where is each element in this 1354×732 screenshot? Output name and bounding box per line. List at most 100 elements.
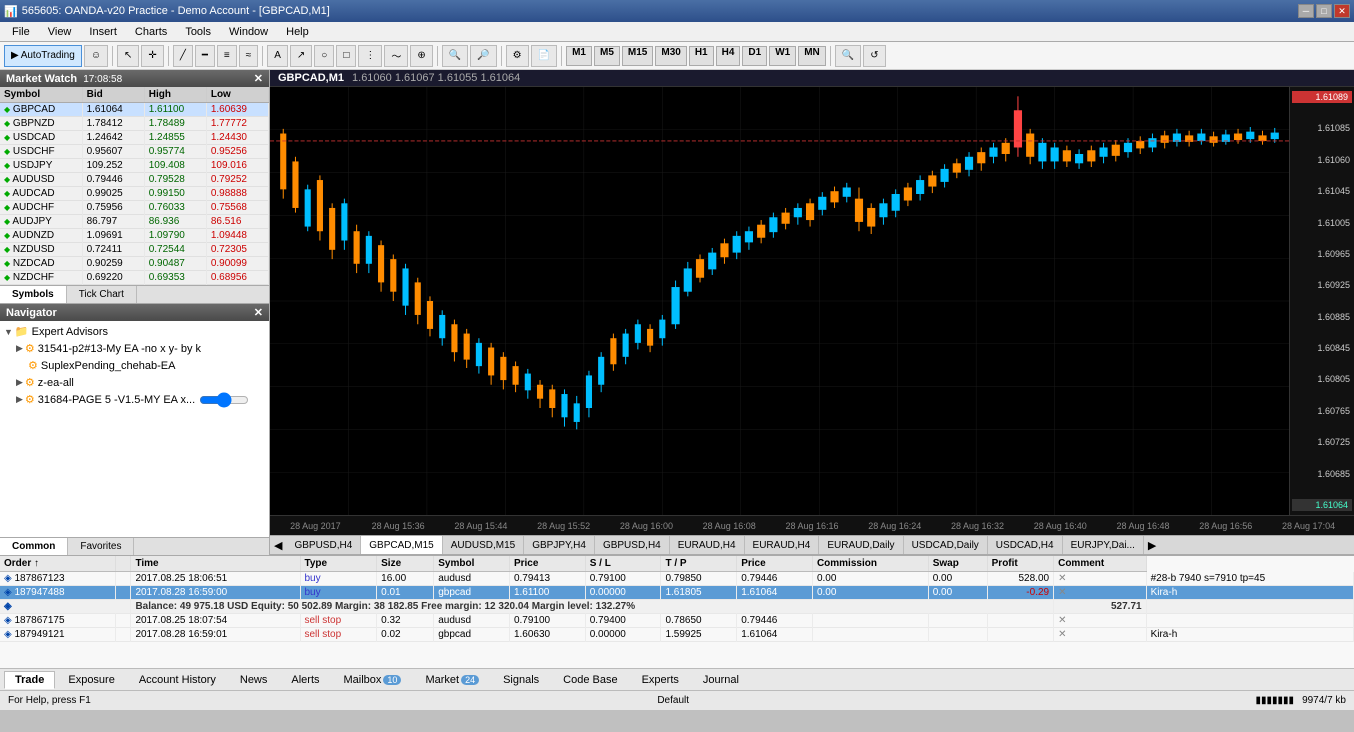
chart-tab-10[interactable]: EURJPY,Dai... bbox=[1063, 535, 1144, 555]
order-row[interactable]: ◈ 187867123 2017.08.25 18:06:51 buy 16.0… bbox=[0, 572, 1354, 586]
tool4[interactable]: ≈ bbox=[239, 45, 259, 67]
tf-m15[interactable]: M15 bbox=[622, 46, 653, 66]
fib-btn[interactable]: ⋮ bbox=[358, 45, 382, 67]
close-button[interactable]: ✕ bbox=[1334, 4, 1350, 18]
tf-h4[interactable]: H4 bbox=[716, 46, 741, 66]
tf-m5[interactable]: M5 bbox=[594, 46, 620, 66]
wave-btn[interactable]: 〜 bbox=[384, 45, 408, 67]
nav-item-ea1[interactable]: ▶ ⚙ 31541-p2#13-My EA -no x y- by k bbox=[14, 340, 267, 357]
market-watch-row[interactable]: ◆ USDCHF 0.95607 0.95774 0.95256 bbox=[0, 145, 269, 159]
chart-tabs-right[interactable]: ▶ bbox=[1144, 539, 1160, 552]
menu-charts[interactable]: Charts bbox=[127, 24, 175, 40]
close-order-icon[interactable]: ✕ bbox=[1058, 615, 1066, 626]
market-watch-list[interactable]: Symbol Bid High Low ◆ GBPCAD 1.61064 1.6… bbox=[0, 87, 269, 285]
bottom-tab-signals[interactable]: Signals bbox=[492, 671, 550, 689]
crosshair-btn[interactable]: ✛ bbox=[141, 45, 163, 67]
chart-tab-3[interactable]: GBPJPY,H4 bbox=[524, 535, 595, 555]
market-watch-row[interactable]: ◆ AUDUSD 0.79446 0.79528 0.79252 bbox=[0, 173, 269, 187]
tf-mn[interactable]: MN bbox=[798, 46, 826, 66]
order-row[interactable]: ◈ Balance: 49 975.18 USD Equity: 50 502.… bbox=[0, 600, 1354, 614]
bottom-tab-news[interactable]: News bbox=[229, 671, 279, 689]
bottom-tab-alerts[interactable]: Alerts bbox=[280, 671, 330, 689]
rect-btn[interactable]: □ bbox=[336, 45, 356, 67]
chart-tab-2[interactable]: AUDUSD,M15 bbox=[443, 535, 524, 555]
menu-tools[interactable]: Tools bbox=[177, 24, 219, 40]
mw-tab-symbols[interactable]: Symbols bbox=[0, 286, 67, 303]
mw-tab-tick[interactable]: Tick Chart bbox=[67, 286, 137, 303]
cursor-btn[interactable]: ↖ bbox=[117, 45, 139, 67]
nav-item-ea-folder[interactable]: ▼ 📁 Expert Advisors bbox=[2, 323, 267, 340]
market-watch-row[interactable]: ◆ USDCAD 1.24642 1.24855 1.24430 bbox=[0, 131, 269, 145]
chart-canvas[interactable] bbox=[270, 87, 1289, 515]
template-btn[interactable]: 📄 bbox=[531, 45, 557, 67]
tool3[interactable]: ≡ bbox=[217, 45, 237, 67]
minimize-button[interactable]: ─ bbox=[1298, 4, 1314, 18]
bottom-tab-market[interactable]: Market24 bbox=[414, 671, 490, 689]
menu-help[interactable]: Help bbox=[278, 24, 317, 40]
market-watch-row[interactable]: ◆ AUDCAD 0.99025 0.99150 0.98888 bbox=[0, 187, 269, 201]
orders-table-wrapper[interactable]: Order ↑ Time Type Size Symbol Price S / … bbox=[0, 556, 1354, 668]
gann-btn[interactable]: ⊕ bbox=[410, 45, 432, 67]
market-watch-row[interactable]: ◆ NZDCHF 0.69220 0.69353 0.68956 bbox=[0, 271, 269, 285]
order-row[interactable]: ◈ 187947488 2017.08.28 16:59:00 buy 0.01… bbox=[0, 586, 1354, 600]
order-cell-close[interactable]: ✕ bbox=[1054, 586, 1146, 600]
market-watch-row[interactable]: ◆ NZDUSD 0.72411 0.72544 0.72305 bbox=[0, 243, 269, 257]
chart-tab-5[interactable]: EURAUD,H4 bbox=[670, 535, 745, 555]
market-watch-close[interactable]: ✕ bbox=[254, 72, 263, 85]
bottom-tab-mailbox[interactable]: Mailbox10 bbox=[333, 671, 413, 689]
chart-tab-0[interactable]: GBPUSD,H4 bbox=[286, 535, 361, 555]
menu-insert[interactable]: Insert bbox=[81, 24, 125, 40]
chart-tab-8[interactable]: USDCAD,Daily bbox=[904, 535, 988, 555]
tf-h1[interactable]: H1 bbox=[689, 46, 714, 66]
maximize-button[interactable]: □ bbox=[1316, 4, 1332, 18]
refresh-btn[interactable]: ↺ bbox=[863, 45, 885, 67]
nav-tab-favorites[interactable]: Favorites bbox=[68, 538, 134, 555]
search-btn[interactable]: 🔍 bbox=[835, 45, 861, 67]
tf-m1[interactable]: M1 bbox=[566, 46, 592, 66]
order-row[interactable]: ◈ 187949121 2017.08.28 16:59:01 sell sto… bbox=[0, 628, 1354, 642]
bottom-tab-exposure[interactable]: Exposure bbox=[57, 671, 125, 689]
bottom-tab-experts[interactable]: Experts bbox=[631, 671, 690, 689]
nav-tab-common[interactable]: Common bbox=[0, 538, 68, 555]
order-row[interactable]: ◈ 187867175 2017.08.25 18:07:54 sell sto… bbox=[0, 614, 1354, 628]
zoomout-btn[interactable]: 🔎 bbox=[470, 45, 496, 67]
chart-tab-4[interactable]: GBPUSD,H4 bbox=[595, 535, 670, 555]
order-cell-close[interactable]: ✕ bbox=[1054, 572, 1146, 586]
market-watch-row[interactable]: ◆ GBPCAD 1.61064 1.61100 1.60639 bbox=[0, 103, 269, 117]
market-watch-row[interactable]: ◆ NZDCAD 0.90259 0.90487 0.90099 bbox=[0, 257, 269, 271]
text-btn[interactable]: A bbox=[267, 45, 288, 67]
chart-tabs-left[interactable]: ◀ bbox=[270, 539, 286, 552]
bottom-tab-journal[interactable]: Journal bbox=[692, 671, 750, 689]
line-btn[interactable]: ╱ bbox=[173, 45, 193, 67]
menu-window[interactable]: Window bbox=[221, 24, 276, 40]
hline-btn[interactable]: ━ bbox=[195, 45, 215, 67]
chart-tab-7[interactable]: EURAUD,Daily bbox=[819, 535, 903, 555]
bottom-tab-trade[interactable]: Trade bbox=[4, 671, 55, 689]
market-watch-row[interactable]: ◆ GBPNZD 1.78412 1.78489 1.77772 bbox=[0, 117, 269, 131]
menu-view[interactable]: View bbox=[40, 24, 80, 40]
chart-tab-6[interactable]: EURAUD,H4 bbox=[745, 535, 820, 555]
close-order-icon[interactable]: ✕ bbox=[1058, 629, 1066, 640]
nav-scroll-bar[interactable] bbox=[199, 396, 249, 404]
navigator-close[interactable]: ✕ bbox=[254, 306, 263, 319]
bottom-tab-code-base[interactable]: Code Base bbox=[552, 671, 628, 689]
autotrading-button[interactable]: ▶ AutoTrading bbox=[4, 45, 82, 67]
nav-item-ea-sub[interactable]: ⚙ SuplexPending_chehab-EA bbox=[26, 357, 267, 374]
order-cell-close[interactable]: ✕ bbox=[1054, 614, 1146, 628]
market-watch-row[interactable]: ◆ AUDJPY 86.797 86.936 86.516 bbox=[0, 215, 269, 229]
chart-tab-1[interactable]: GBPCAD,M15 bbox=[361, 535, 442, 555]
ellipse-btn[interactable]: ○ bbox=[314, 45, 334, 67]
nav-item-ea2[interactable]: ▶ ⚙ z-ea-all bbox=[14, 374, 267, 391]
tf-d1[interactable]: D1 bbox=[742, 46, 767, 66]
market-watch-row[interactable]: ◆ AUDCHF 0.75956 0.76033 0.75568 bbox=[0, 201, 269, 215]
chart-props[interactable]: ⚙ bbox=[506, 45, 529, 67]
zoomin-btn[interactable]: 🔍 bbox=[442, 45, 468, 67]
bottom-tab-account-history[interactable]: Account History bbox=[128, 671, 227, 689]
market-watch-row[interactable]: ◆ USDJPY 109.252 109.408 109.016 bbox=[0, 159, 269, 173]
order-cell-close[interactable]: ✕ bbox=[1054, 628, 1146, 642]
arrow-btn[interactable]: ↗ bbox=[290, 45, 312, 67]
close-order-icon[interactable]: ✕ bbox=[1058, 587, 1066, 598]
nav-item-ea3[interactable]: ▶ ⚙ 31684-PAGE 5 -V1.5-MY EA x... bbox=[14, 391, 267, 408]
tf-m30[interactable]: M30 bbox=[655, 46, 686, 66]
toolbar-smiley[interactable]: ☺ bbox=[84, 45, 108, 67]
